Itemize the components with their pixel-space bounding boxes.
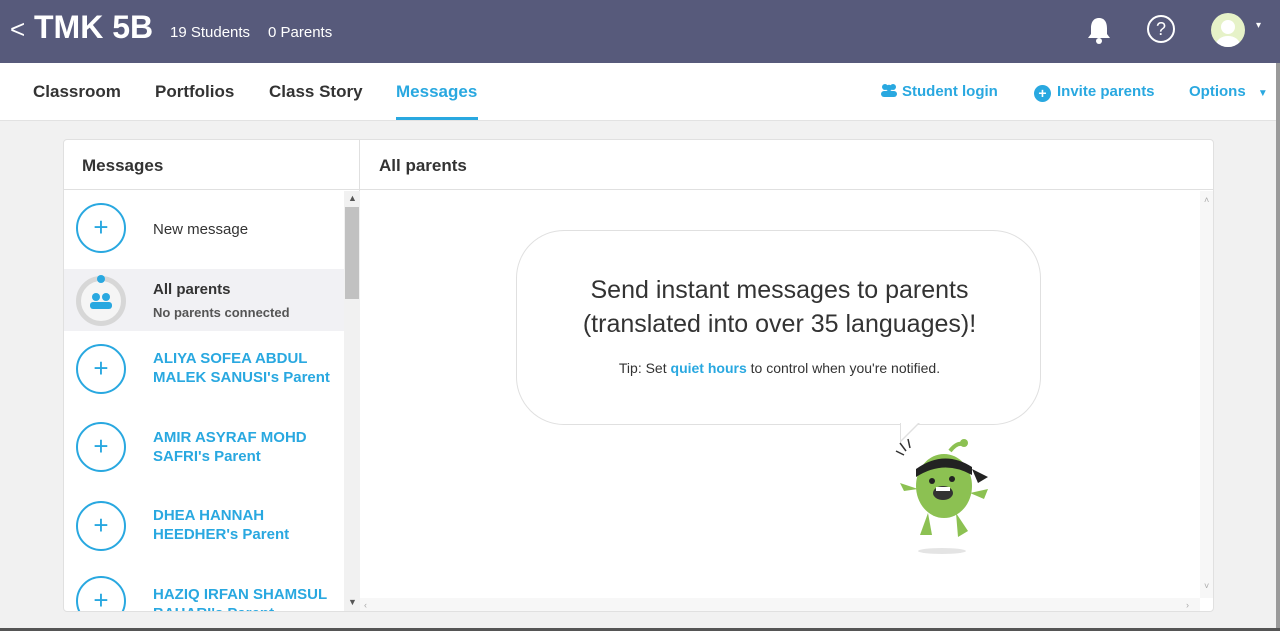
all-parents-subtitle: No parents connected — [153, 305, 290, 320]
back-icon[interactable]: < — [10, 14, 25, 45]
scrollbar-thumb[interactable] — [345, 207, 359, 299]
contact-name-line1: AMIR ASYRAF MOHD — [153, 429, 307, 446]
chevron-up-icon[interactable]: ▲ — [348, 193, 357, 203]
plus-icon: + — [76, 203, 126, 253]
horizontal-scrollbar[interactable]: ‹ › — [360, 598, 1200, 611]
messages-header: Messages — [64, 140, 359, 190]
all-parents-title: All parents — [153, 281, 231, 298]
contact-name-line2: BAHARI's Parent — [153, 604, 327, 611]
vertical-scrollbar[interactable]: ˄ ˅ — [1200, 191, 1213, 598]
bubble-headline-line2: (translated into over 35 languages)! — [582, 310, 977, 338]
plus-icon: + — [76, 344, 126, 394]
bubble-headline-line1: Send instant messages to parents — [590, 276, 969, 304]
invite-parents-label: Invite parents — [1057, 83, 1155, 100]
chevron-up-icon[interactable]: ˄ — [1204, 195, 1209, 205]
avatar[interactable] — [1211, 13, 1245, 47]
top-bar: < TMK 5B 19 Students 0 Parents ? ▾ — [0, 0, 1280, 63]
bell-icon[interactable] — [1086, 16, 1112, 44]
class-title: TMK 5B — [34, 9, 154, 45]
chevron-down-icon[interactable]: ▾ — [1256, 20, 1261, 31]
window-scrollbar[interactable] — [1276, 63, 1280, 628]
plus-icon: + — [76, 501, 126, 551]
list-item[interactable]: + HAZIQ IRFAN SHAMSUL BAHARI's Parent — [64, 568, 344, 611]
group-icon — [76, 275, 126, 326]
contact-name-line2: SAFRI's Parent — [153, 448, 261, 465]
conversation-header: All parents — [360, 140, 1213, 190]
tab-portfolios[interactable]: Portfolios — [155, 82, 234, 102]
conversation-list[interactable]: + New message All parents No parents con… — [64, 191, 344, 611]
tip-suffix: to control when you're notified. — [746, 360, 941, 376]
tab-messages[interactable]: Messages — [396, 82, 477, 102]
new-message-label: New message — [153, 221, 249, 238]
all-parents-item[interactable]: All parents No parents connected — [64, 269, 344, 331]
active-tab-indicator — [396, 117, 478, 120]
new-message-item[interactable]: + New message — [64, 191, 344, 269]
monster-mascot-icon — [895, 438, 988, 554]
plus-icon: + — [76, 422, 126, 472]
chevron-down-icon: ▼ — [1257, 88, 1268, 99]
students-icon — [881, 84, 897, 97]
conversation-list-pane: Messages + New message All parents No pa… — [64, 140, 360, 611]
contact-name-line1: DHEA HANNAH — [153, 507, 265, 524]
tab-class-story[interactable]: Class Story — [269, 82, 363, 102]
info-bubble: Send instant messages to parents (transl… — [516, 230, 1041, 425]
invite-parents-button[interactable]: + Invite parents — [1034, 83, 1155, 102]
contact-name-line2: HEEDHER's Parent — [153, 526, 290, 543]
conversation-body: Send instant messages to parents (transl… — [360, 191, 1213, 611]
tab-classroom[interactable]: Classroom — [33, 82, 121, 102]
chevron-right-icon[interactable]: › — [1186, 600, 1189, 610]
messages-panel: Messages + New message All parents No pa… — [63, 139, 1214, 612]
scrollbar[interactable]: ▲ ▼ — [344, 191, 360, 611]
student-login-label: Student login — [902, 83, 998, 100]
parent-count[interactable]: 0 Parents — [268, 24, 332, 41]
help-icon[interactable]: ? — [1147, 15, 1175, 43]
student-count[interactable]: 19 Students — [170, 24, 250, 41]
tip-prefix: Tip: Set — [618, 360, 671, 376]
tip-text: Tip: Set quiet hours to control when you… — [517, 360, 1042, 376]
options-menu[interactable]: Options ▼ — [1189, 83, 1268, 100]
quiet-hours-link[interactable]: quiet hours — [671, 360, 747, 376]
list-item[interactable]: + ALIYA SOFEA ABDUL MALEK SANUSI's Paren… — [64, 331, 344, 410]
contact-name-line2: MALEK SANUSI's Parent — [153, 369, 330, 386]
user-avatar-icon — [1216, 20, 1240, 47]
options-label: Options — [1189, 83, 1246, 100]
list-item[interactable]: + AMIR ASYRAF MOHD SAFRI's Parent — [64, 410, 344, 489]
chevron-down-icon[interactable]: ▼ — [348, 597, 357, 607]
student-login-button[interactable]: Student login — [880, 83, 998, 100]
plus-icon: + — [1034, 85, 1051, 102]
plus-icon: + — [76, 576, 126, 611]
contact-name-line1: ALIYA SOFEA ABDUL — [153, 350, 308, 367]
list-item[interactable]: + DHEA HANNAH HEEDHER's Parent — [64, 489, 344, 568]
chevron-down-icon[interactable]: ˅ — [1204, 581, 1209, 591]
chevron-left-icon[interactable]: ‹ — [364, 600, 367, 610]
contact-name-line1: HAZIQ IRFAN SHAMSUL — [153, 586, 328, 603]
class-nav: Classroom Portfolios Class Story Message… — [0, 63, 1280, 121]
